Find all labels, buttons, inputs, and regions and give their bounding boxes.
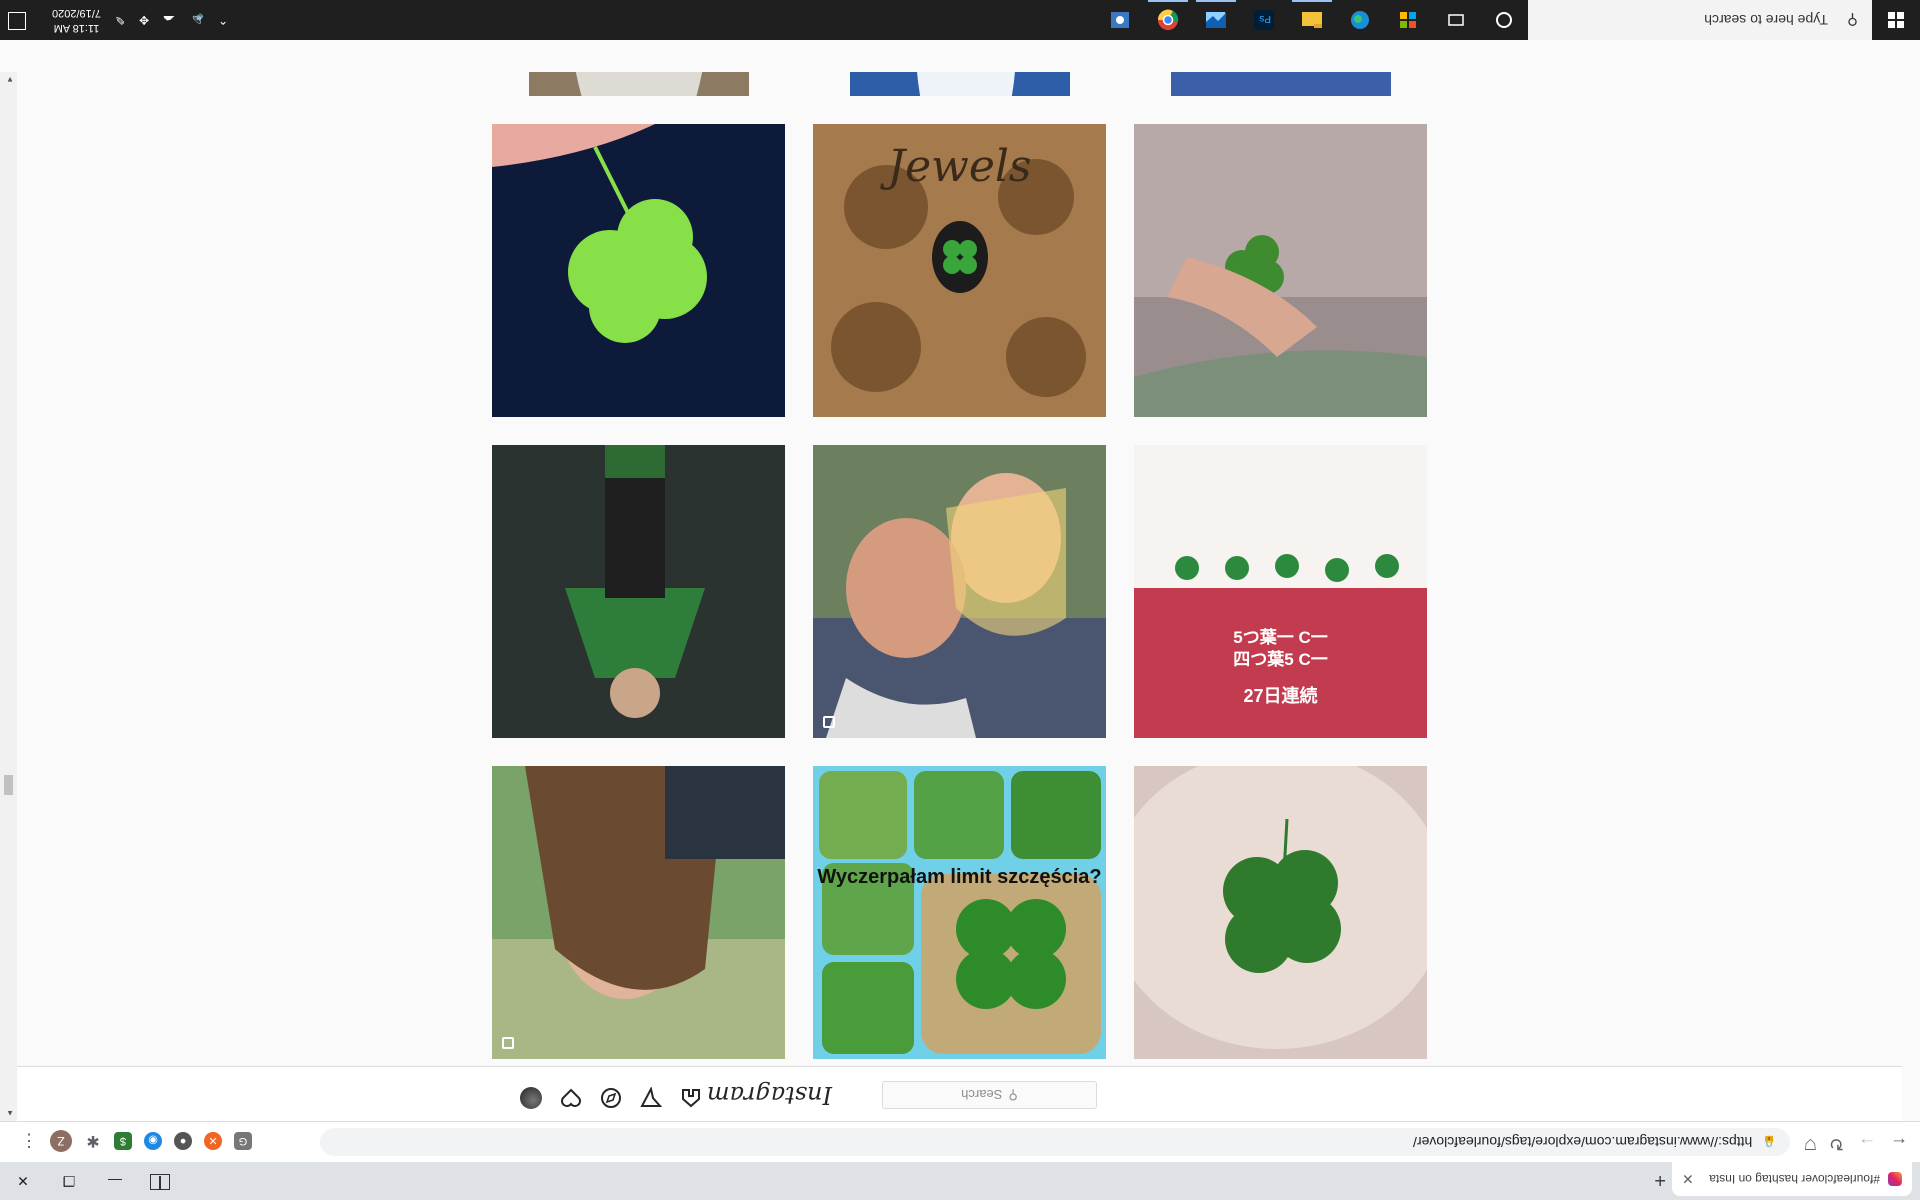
explore-compass-icon[interactable] (600, 1087, 622, 1109)
cortana-icon[interactable] (1480, 0, 1528, 40)
post-woman-portrait[interactable] (492, 766, 785, 1059)
extension-blue-icon[interactable]: ◉ (144, 1132, 162, 1150)
minimize-button[interactable]: — (92, 1162, 138, 1200)
post-clover-jewel-box[interactable]: Jewels (813, 124, 1106, 417)
taskbar-clock[interactable]: 11:18 AM 7/19/2020 (52, 5, 101, 35)
taskbar-search-placeholder: Type here to search (1704, 12, 1828, 28)
svg-text:Ps: Ps (1259, 13, 1271, 24)
post-clover-collage[interactable]: Wyczerpałam limit szczęścia? (813, 766, 1106, 1059)
menu-dots-icon[interactable]: ⋮ (20, 1131, 38, 1152)
post-girl-illustration[interactable] (492, 445, 785, 738)
multiple-photos-icon (502, 1037, 514, 1049)
direct-message-icon[interactable] (640, 1087, 662, 1109)
browser-tab[interactable]: #fourleafclover hashtag on Insta ✕ (1672, 1162, 1912, 1196)
system-tray: ⌃ 🔈 ☁ ✥ ✎ 11:18 AM 7/19/2020 (52, 0, 228, 40)
photos-app-icon[interactable] (1192, 0, 1240, 40)
post-jp-text-1: 27日連続 (1243, 686, 1318, 706)
browser-tab-strip: #fourleafclover hashtag on Insta ✕ + — ❐… (0, 1162, 1920, 1200)
post-four-leaf-sticker[interactable]: 27日連続 四つ葉5 C一 5つ葉一 C一 (1134, 445, 1427, 738)
window-controls: — ❐ ✕ (0, 1162, 138, 1200)
browser-toolbar: ← → ↻ ⛉ 🔒 https://www.instagram.com/expl… (0, 1121, 1920, 1162)
post-sky-clouds-1[interactable] (1134, 72, 1427, 96)
post-jewels-text: Jewels (887, 141, 1032, 192)
taskbar-pinned-apps: Ps (1096, 0, 1528, 40)
tab-layout-icon[interactable] (150, 1174, 170, 1190)
post-clover-palm[interactable] (1134, 766, 1427, 1059)
post-clover-held-dark[interactable] (492, 124, 785, 417)
instagram-nav (520, 1087, 702, 1109)
post-clover-hand-field[interactable] (1134, 124, 1427, 417)
profile-avatar[interactable]: Z (50, 1130, 72, 1152)
file-explorer-icon[interactable] (1288, 0, 1336, 40)
address-bar[interactable]: 🔒 https://www.instagram.com/explore/tags… (320, 1128, 1790, 1156)
post-jp-text-3: 5つ葉一 C一 (1233, 628, 1328, 647)
windows-taskbar: ⚲ Type here to search Ps ⌃ 🔈 ☁ ✥ ✎ 11:18… (0, 0, 1920, 40)
maximize-button[interactable]: ❐ (46, 1162, 92, 1200)
search-icon: ⚲ (1847, 11, 1858, 28)
url-text: https://www.instagram.com/explore/tags/f… (1413, 1134, 1753, 1150)
onedrive-cloud-icon[interactable]: ☁ (163, 13, 175, 27)
search-placeholder: Search (961, 1087, 1003, 1103)
show-hidden-icons-chevron-icon[interactable]: ⌃ (218, 13, 228, 27)
new-tab-button[interactable]: + (1654, 1168, 1666, 1191)
activity-heart-icon[interactable] (560, 1087, 582, 1109)
shield-icon[interactable]: ⛉ (1805, 1135, 1816, 1152)
close-tab-icon[interactable]: ✕ (1682, 1171, 1694, 1188)
clock-date: 7/19/2020 (52, 7, 101, 19)
control-panel-icon[interactable] (1096, 0, 1144, 40)
post-jp-text-2: 四つ葉5 C一 (1233, 650, 1328, 669)
page-scrollbar[interactable]: ▲ ▼ (0, 72, 17, 1121)
post-couple-selfie[interactable] (813, 445, 1106, 738)
dropbox-icon[interactable]: ✥ (139, 13, 149, 27)
instagram-logo[interactable]: Instagram (707, 1081, 832, 1109)
start-button[interactable] (1872, 0, 1920, 40)
profile-avatar-icon[interactable] (520, 1087, 542, 1109)
scroll-down-icon[interactable]: ▼ (6, 75, 14, 84)
extension-x-icon[interactable]: ✕ (204, 1132, 222, 1150)
post-caption-text: Wyczerpałam limit szczęścia? (817, 866, 1102, 888)
instagram-header: Instagram ⚲ Search (0, 1066, 1902, 1121)
extensions-area: G ✕ ● ◉ $ ✱ Z ⋮ (20, 1130, 252, 1152)
extension-money-icon[interactable]: $ (114, 1132, 132, 1150)
puzzle-icon[interactable]: ✱ (84, 1132, 102, 1150)
screen: #fourleafclover hashtag on Insta ✕ + — ❐… (0, 0, 1920, 1200)
extension-g-icon[interactable]: G (234, 1132, 252, 1150)
post-stone[interactable] (492, 72, 785, 96)
close-window-button[interactable]: ✕ (0, 1162, 46, 1200)
scrollbar-thumb[interactable] (4, 775, 13, 795)
tab-title: #fourleafclover hashtag on Insta (1709, 1172, 1880, 1186)
volume-icon[interactable]: 🔈 (189, 13, 204, 27)
post-sky-clouds-2[interactable] (813, 72, 1106, 96)
photoshop-icon[interactable]: Ps (1240, 0, 1288, 40)
chrome-icon[interactable] (1144, 0, 1192, 40)
taskbar-search-box[interactable]: ⚲ Type here to search (1528, 0, 1872, 40)
edge-icon[interactable] (1336, 0, 1384, 40)
hashtag-photo-grid: Wyczerpałam limit szczęścia? 27日連続 四つ葉5 … (20, 72, 1902, 1067)
windows-logo-icon (1888, 12, 1904, 28)
search-input[interactable]: ⚲ Search (882, 1081, 1097, 1109)
lock-icon: 🔒 (1762, 1135, 1776, 1148)
scroll-up-icon[interactable]: ▲ (6, 1109, 14, 1118)
pen-icon[interactable]: ✎ (115, 13, 125, 27)
reload-icon[interactable]: ↻ (1829, 1133, 1844, 1154)
forward-arrow-icon[interactable]: → (1858, 1133, 1876, 1154)
notification-center-icon[interactable] (8, 12, 26, 30)
extension-circle-icon[interactable]: ● (174, 1132, 192, 1150)
instagram-favicon-icon (1888, 1172, 1902, 1186)
home-icon[interactable] (680, 1087, 702, 1109)
task-view-icon[interactable] (1432, 0, 1480, 40)
clock-time: 11:18 AM (53, 22, 100, 34)
back-arrow-icon[interactable]: ← (1890, 1133, 1908, 1154)
multiple-photos-icon (823, 716, 835, 728)
search-icon: ⚲ (1008, 1088, 1018, 1103)
microsoft-store-icon[interactable] (1384, 0, 1432, 40)
